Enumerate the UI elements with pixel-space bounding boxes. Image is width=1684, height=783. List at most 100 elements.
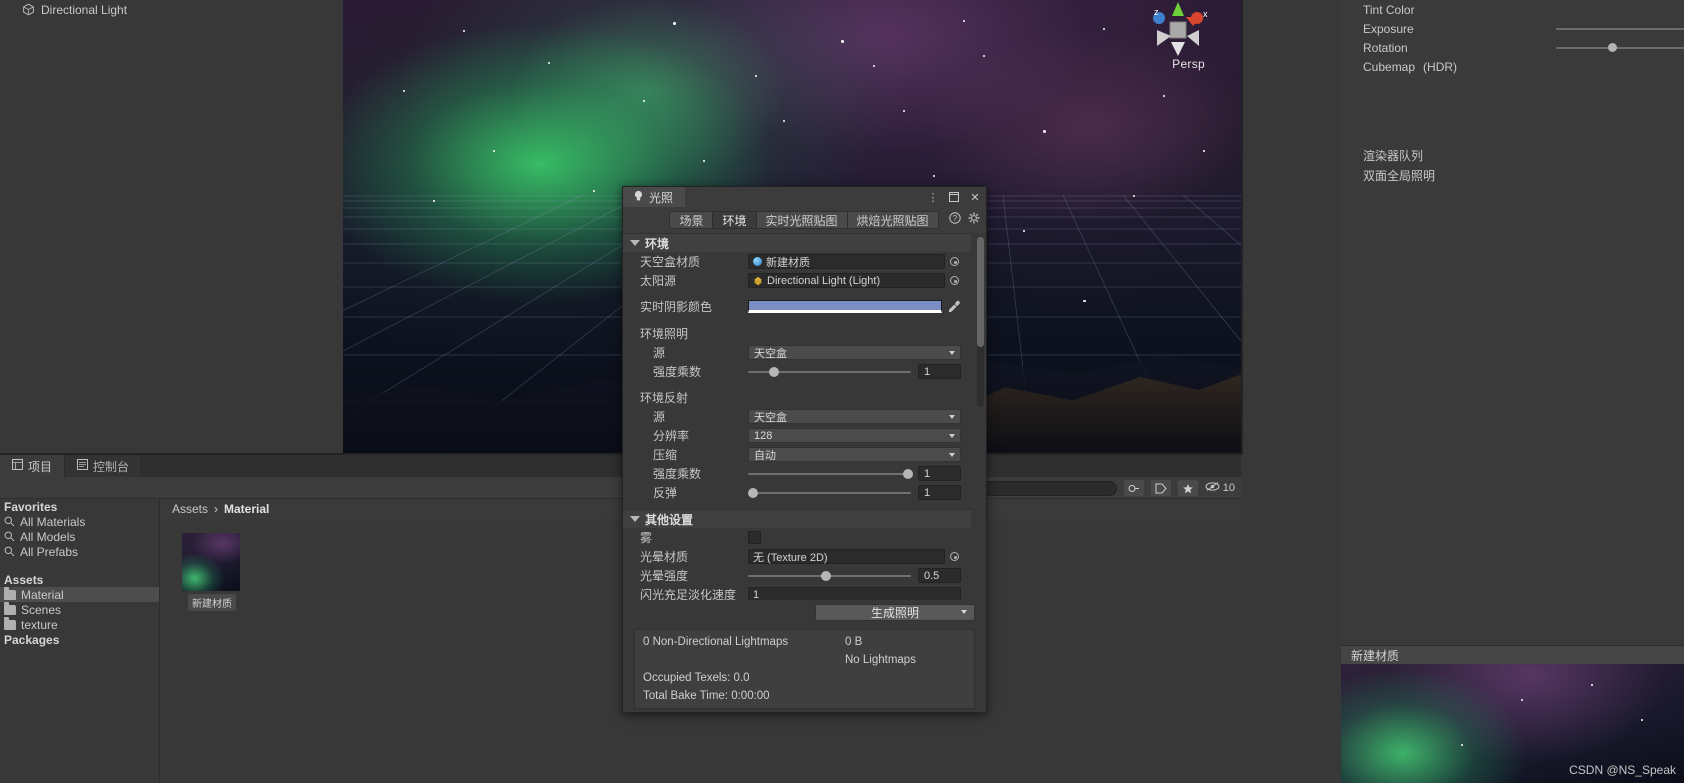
scrollbar-thumb[interactable] xyxy=(977,237,984,347)
row-env-lighting-source[interactable]: 源 天空盒 xyxy=(623,343,971,362)
tab-console[interactable]: 控制台 xyxy=(65,455,143,477)
chevron-down-icon[interactable] xyxy=(961,610,967,614)
dropdown[interactable]: 天空盒 xyxy=(748,409,961,424)
breadcrumb-root[interactable]: Assets xyxy=(172,502,208,516)
dropdown[interactable]: 天空盒 xyxy=(748,345,961,360)
persp-label[interactable]: Persp xyxy=(1172,57,1205,71)
reflection-compression-field[interactable]: 自动 xyxy=(748,447,961,462)
row-realtime-shadow-color[interactable]: 实时阴影颜色 xyxy=(623,297,971,316)
row-skybox-material[interactable]: 天空盒材质 新建材质 xyxy=(623,252,971,271)
slider[interactable]: 1 xyxy=(748,364,961,379)
env-lighting-intensity-field[interactable]: 1 xyxy=(748,364,961,379)
slider-knob[interactable] xyxy=(902,468,913,479)
fog-checkbox[interactable] xyxy=(748,531,761,544)
slider[interactable]: 0.5 xyxy=(748,568,961,583)
tree-item-texture[interactable]: texture xyxy=(0,616,159,632)
section-header-environment[interactable]: 环境 xyxy=(623,233,971,252)
filter-favorite-button[interactable] xyxy=(1177,480,1198,496)
reflection-resolution-field[interactable]: 128 xyxy=(748,428,961,443)
chevron-down-icon[interactable] xyxy=(630,516,640,522)
row-env-lighting-intensity[interactable]: 强度乘数 1 xyxy=(623,362,971,381)
slider-knob[interactable] xyxy=(748,487,758,498)
slider[interactable]: 1 xyxy=(748,485,961,500)
object-field[interactable]: 无 (Texture 2D) xyxy=(748,549,945,564)
eyedropper-icon[interactable] xyxy=(947,300,961,314)
fog-field[interactable] xyxy=(748,530,961,545)
lighting-window[interactable]: 光照 ⋮ ✕ 场景 环境 实时光照贴图 烘焙光照贴图 ? 环境 天空盒材质 新建… xyxy=(622,186,987,713)
hidden-count-badge[interactable]: 10 xyxy=(1205,481,1235,495)
reflection-bounces-field[interactable]: 1 xyxy=(748,485,961,500)
row-halo-texture[interactable]: 光晕材质 无 (Texture 2D) xyxy=(623,547,971,566)
tab-realtime-lightmaps[interactable]: 实时光照贴图 xyxy=(755,211,848,229)
numeric-value[interactable]: 0.5 xyxy=(918,568,961,583)
slider-track xyxy=(748,366,911,377)
tree-item-all-materials[interactable]: All Materials xyxy=(0,514,159,529)
object-picker-button[interactable] xyxy=(948,550,961,563)
object-field[interactable]: 新建材质 xyxy=(748,254,945,269)
row-halo-strength[interactable]: 光晕强度 0.5 xyxy=(623,566,971,585)
row-reflection-compression[interactable]: 压缩 自动 xyxy=(623,445,971,464)
window-menu-icon[interactable]: ⋮ xyxy=(927,191,939,204)
row-sun-source[interactable]: 太阳源 Directional Light (Light) xyxy=(623,271,971,290)
shadow-color-field[interactable] xyxy=(748,299,961,314)
row-reflection-intensity[interactable]: 强度乘数 1 xyxy=(623,464,971,483)
row-reflection-source[interactable]: 源 天空盒 xyxy=(623,407,971,426)
tab-label: 烘焙光照贴图 xyxy=(856,213,929,228)
tab-project[interactable]: 项目 xyxy=(0,455,66,477)
object-picker-button[interactable] xyxy=(948,274,961,287)
slider[interactable]: 1 xyxy=(748,466,961,481)
sun-source-field[interactable]: Directional Light (Light) xyxy=(748,273,961,288)
tab-environment[interactable]: 环境 xyxy=(712,211,757,229)
generate-lighting-button[interactable]: 生成照明 xyxy=(815,603,975,621)
row-reflection-resolution[interactable]: 分辨率 128 xyxy=(623,426,971,445)
rotation-slider[interactable] xyxy=(1556,38,1684,57)
numeric-value[interactable]: 1 xyxy=(918,466,961,481)
object-field[interactable]: Directional Light (Light) xyxy=(748,273,945,288)
chevron-down-icon xyxy=(949,350,955,355)
tree-item-scenes[interactable]: Scenes xyxy=(0,601,159,617)
halo-texture-field[interactable]: 无 (Texture 2D) xyxy=(748,549,961,564)
halo-strength-field[interactable]: 0.5 xyxy=(748,568,961,583)
lighting-window-titlebar[interactable]: 光照 ⋮ ✕ xyxy=(623,187,986,207)
tree-item-all-models[interactable]: All Models xyxy=(0,529,159,544)
slider-knob[interactable] xyxy=(769,366,780,377)
dropdown[interactable]: 128 xyxy=(748,428,961,443)
section-header-other-settings[interactable]: 其他设置 xyxy=(623,509,971,528)
env-lighting-source-field[interactable]: 天空盒 xyxy=(748,345,961,360)
filter-type-button[interactable] xyxy=(1123,480,1144,496)
reflection-intensity-field[interactable]: 1 xyxy=(748,466,961,481)
tree-item-all-prefabs[interactable]: All Prefabs xyxy=(0,544,159,559)
object-picker-button[interactable] xyxy=(948,255,961,268)
slider-knob[interactable] xyxy=(821,570,832,581)
asset-thumbnail[interactable] xyxy=(182,533,240,591)
row-reflection-bounces[interactable]: 反弹 1 xyxy=(623,483,971,502)
scene-view-gizmo[interactable]: z x xyxy=(1141,2,1215,64)
numeric-value[interactable]: 1 xyxy=(918,364,961,379)
hierarchy-item-directional-light[interactable]: Directional Light xyxy=(0,0,343,19)
inspector-row-cubemap[interactable]: Cubemap (HDR) xyxy=(1341,57,1684,76)
row-label: 雾 xyxy=(640,531,653,545)
inspector-row-tint-color[interactable]: Tint Color xyxy=(1341,0,1684,19)
close-icon[interactable]: ✕ xyxy=(969,191,981,204)
inspector-row-exposure[interactable]: Exposure xyxy=(1341,19,1684,38)
row-fog[interactable]: 雾 xyxy=(623,528,971,547)
slider-knob[interactable] xyxy=(1608,43,1617,52)
numeric-value[interactable]: 1 xyxy=(918,485,961,500)
maximize-icon[interactable] xyxy=(948,191,960,203)
tree-item-material[interactable]: Material xyxy=(0,586,159,602)
skybox-material-field[interactable]: 新建材质 xyxy=(748,254,961,269)
inspector-row-rotation[interactable]: Rotation xyxy=(1341,38,1684,57)
exposure-slider[interactable] xyxy=(1556,19,1684,38)
chevron-down-icon[interactable] xyxy=(630,240,640,246)
gear-icon[interactable] xyxy=(968,212,980,227)
tab-scene[interactable]: 场景 xyxy=(669,211,714,229)
help-icon[interactable]: ? xyxy=(949,212,961,227)
lighting-scrollbar[interactable] xyxy=(977,237,984,407)
tab-baked-lightmaps[interactable]: 烘焙光照贴图 xyxy=(846,211,939,229)
filter-label-button[interactable] xyxy=(1150,480,1171,496)
dropdown[interactable]: 自动 xyxy=(748,447,961,462)
reflection-source-field[interactable]: 天空盒 xyxy=(748,409,961,424)
asset-item[interactable]: 新建材质 xyxy=(182,533,242,614)
color-swatch[interactable] xyxy=(748,300,942,313)
lighting-window-tab[interactable]: 光照 xyxy=(623,187,686,207)
